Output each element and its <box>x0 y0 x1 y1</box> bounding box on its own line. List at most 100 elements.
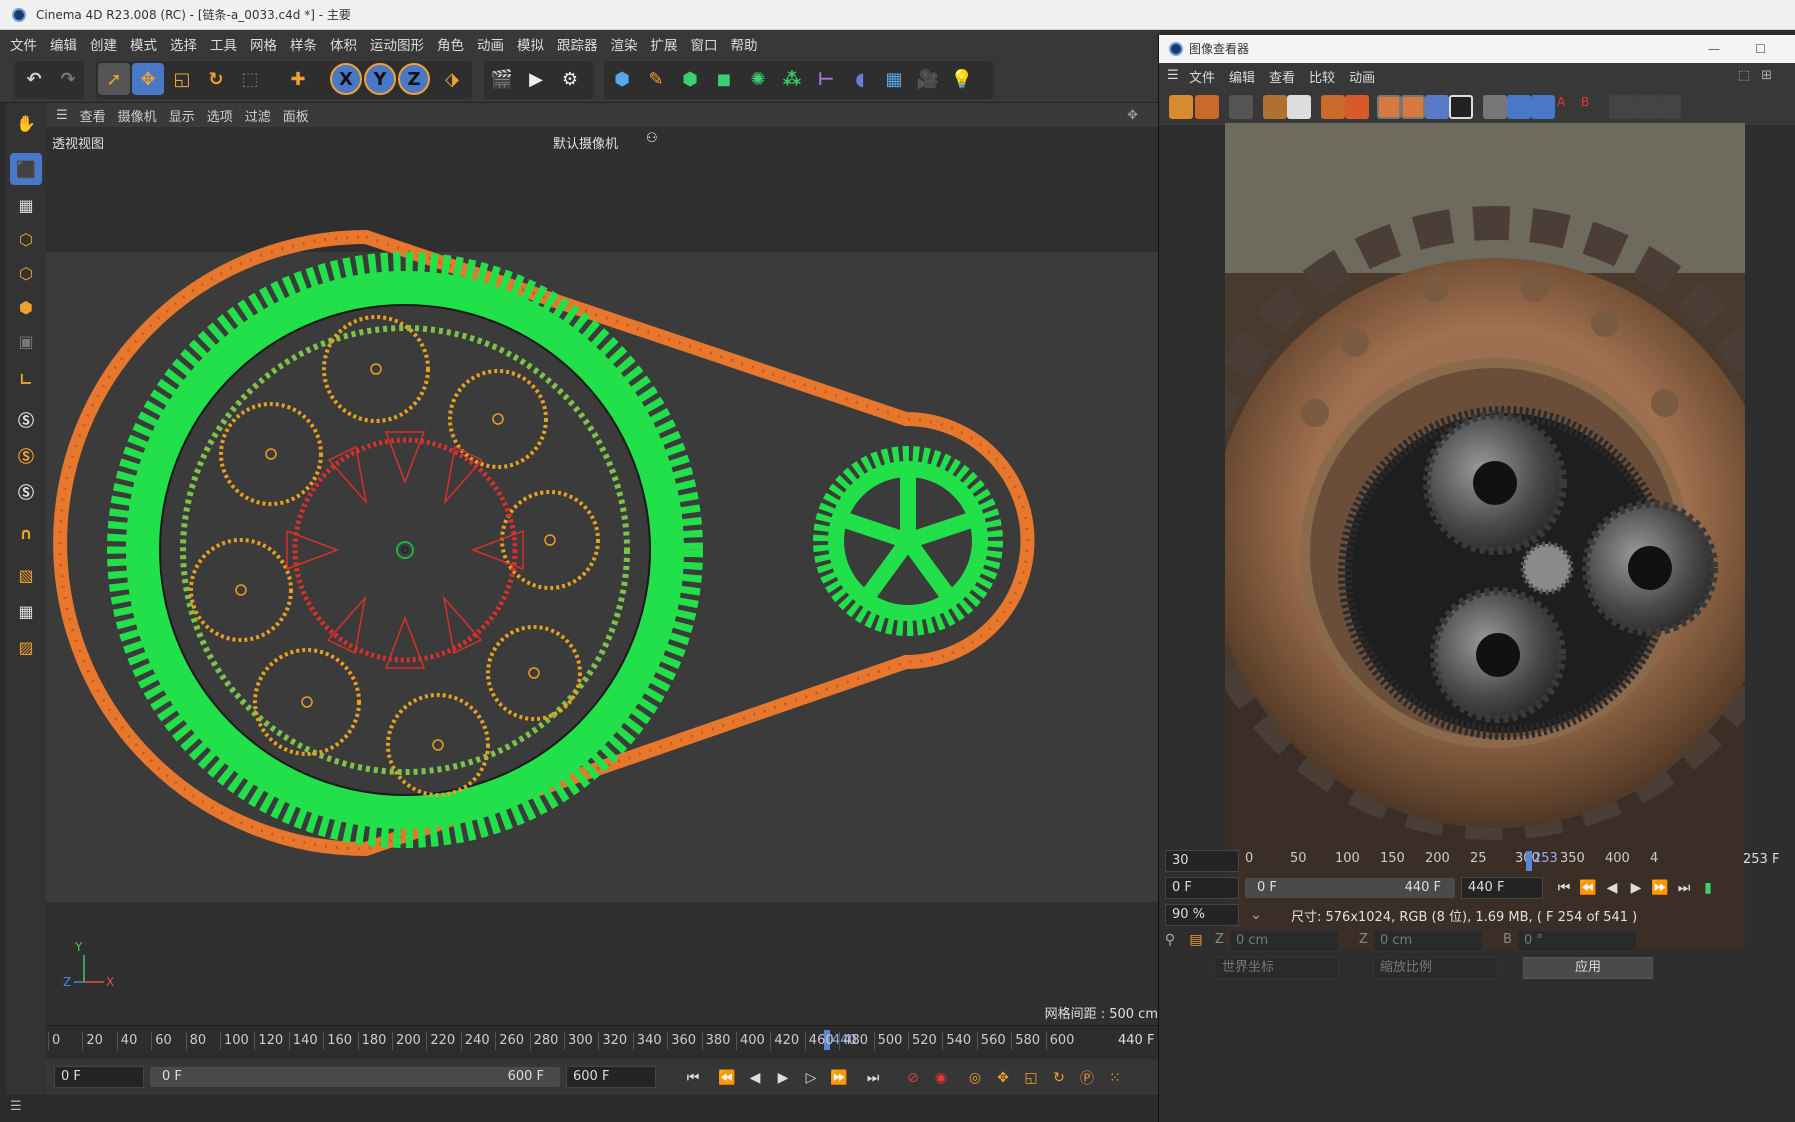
key-point-level-icon[interactable]: ⁙ <box>1104 1067 1126 1089</box>
ab-compare-a-icon[interactable] <box>1377 95 1401 119</box>
recent-tool-icon[interactable]: ⬚ <box>234 63 266 95</box>
start-frame-field[interactable]: 0 F <box>54 1066 144 1088</box>
perspective-viewport[interactable]: 透视视图 默认摄像机 ⚇ Y X Z 网格间距: 500 cm <box>46 127 1160 1025</box>
solo-icon[interactable]: Ⓢ <box>10 403 42 435</box>
next-key-icon[interactable]: ⏩ <box>828 1067 850 1089</box>
zoom-dropdown-icon[interactable]: ⌄ <box>1245 904 1267 926</box>
viewer-timeline-ruler[interactable]: 050100150200253003504004253 <box>1245 848 1665 872</box>
fit-to-window-icon[interactable] <box>1609 95 1633 119</box>
model-mode-icon[interactable]: ⬛ <box>10 153 42 185</box>
viewport-menu-panel[interactable]: 面板 <box>283 106 309 125</box>
viewer-go-to-start-icon[interactable]: ⏮ <box>1553 877 1575 899</box>
viewer-menu-edit[interactable]: 编辑 <box>1229 67 1255 86</box>
viewer-menu-file[interactable]: 文件 <box>1189 67 1215 86</box>
menu-mesh[interactable]: 网格 <box>250 34 277 54</box>
viewport-menu-view[interactable]: 查看 <box>80 106 106 125</box>
viewer-go-to-end-icon[interactable]: ⏭ <box>1673 877 1695 899</box>
extrude-icon[interactable]: ◼ <box>708 63 740 95</box>
zoom-field[interactable]: 90 % <box>1165 904 1239 926</box>
histogram-icon[interactable] <box>1633 95 1657 119</box>
menu-edit[interactable]: 编辑 <box>50 34 77 54</box>
coord-z2-field[interactable]: 0 cm <box>1373 930 1483 952</box>
menu-create[interactable]: 创建 <box>90 34 117 54</box>
select-pointer-icon[interactable]: ➚ <box>98 63 130 95</box>
filter-icon[interactable] <box>1657 95 1681 119</box>
planar-workplane-icon[interactable]: ▨ <box>10 631 42 663</box>
maximize-icon[interactable]: ☐ <box>1755 35 1766 63</box>
viewport-menu-filter[interactable]: 过滤 <box>245 106 271 125</box>
coordinate-system-icon[interactable]: ⬗ <box>436 63 468 95</box>
edge-mode-icon[interactable]: ⬡ <box>10 257 42 289</box>
move-icon[interactable]: ✥ <box>132 63 164 95</box>
menu-select[interactable]: 选择 <box>170 34 197 54</box>
scale-dropdown[interactable]: 缩放比例 <box>1373 957 1497 979</box>
axis-mode-icon[interactable]: ∟ <box>10 363 42 395</box>
render-to-picture-viewer-icon[interactable]: ▶ <box>520 63 552 95</box>
fps-field[interactable]: 30 <box>1165 850 1239 872</box>
open-image-icon[interactable] <box>1169 95 1193 119</box>
ab-vertical-icon[interactable] <box>1507 95 1531 119</box>
workplane-icon[interactable]: ▧ <box>10 559 42 591</box>
go-to-start-icon[interactable]: ⏮ <box>682 1067 704 1089</box>
menu-volume[interactable]: 体积 <box>330 34 357 54</box>
field-icon[interactable]: ◖ <box>844 63 876 95</box>
menu-mode[interactable]: 模式 <box>130 34 157 54</box>
paste-icon[interactable] <box>1345 95 1369 119</box>
uv-mode-icon[interactable]: ▣ <box>10 325 42 357</box>
menu-window[interactable]: 窗口 <box>691 34 718 54</box>
mograph-icon[interactable]: ⁂ <box>776 63 808 95</box>
viewer-tool-icon[interactable]: ⚲ <box>1159 929 1181 951</box>
timeline-ruler[interactable]: 440 440 F 0 20 40 60 80 100 120 140 160 180 200 220… <box>46 1025 1160 1059</box>
cube-icon[interactable]: ⬢ <box>606 63 638 95</box>
axis-x-button[interactable]: X <box>330 63 362 95</box>
coord-b-field[interactable]: 0 ° <box>1517 930 1637 952</box>
viewer-start-frame-field[interactable]: 0 F <box>1165 877 1239 899</box>
menu-tools[interactable]: 工具 <box>210 34 237 54</box>
snap-magnet-icon[interactable]: ∩ <box>10 517 42 549</box>
autokey-icon[interactable]: ◉ <box>930 1067 952 1089</box>
viewer-menu-view[interactable]: 查看 <box>1269 67 1295 86</box>
viewer-playhead-marker[interactable] <box>1526 851 1532 871</box>
render-view-icon[interactable]: 🎬 <box>486 63 518 95</box>
key-param-icon[interactable]: Ⓟ <box>1076 1067 1098 1089</box>
rotate-icon[interactable]: ↻ <box>200 63 232 95</box>
viewer-frame-range-slider[interactable]: 0 F 440 F <box>1245 878 1455 898</box>
previous-key-icon[interactable]: ⏪ <box>716 1067 738 1089</box>
menu-render[interactable]: 渲染 <box>611 34 638 54</box>
go-to-end-icon[interactable]: ⏭ <box>862 1067 884 1089</box>
viewport-menu-options[interactable]: 选项 <box>207 106 233 125</box>
axis-y-button[interactable]: Y <box>364 63 396 95</box>
viewer-film-icon[interactable]: ▤ <box>1185 929 1207 951</box>
key-selection-icon[interactable]: ◎ <box>964 1067 986 1089</box>
cloner-icon[interactable]: ✺ <box>742 63 774 95</box>
key-position-icon[interactable]: ✥ <box>992 1067 1014 1089</box>
set-a-icon[interactable]: A <box>1557 95 1581 119</box>
viewer-play-icon[interactable]: ▶ <box>1625 877 1647 899</box>
viewer-next-icon[interactable]: ⏩ <box>1649 877 1671 899</box>
end-frame-field[interactable]: 600 F <box>566 1066 656 1088</box>
menu-extensions[interactable]: 扩展 <box>651 34 678 54</box>
next-frame-icon[interactable]: ▷ <box>800 1067 822 1089</box>
record-keys-icon[interactable]: ⊘ <box>902 1067 924 1089</box>
render-settings-icon[interactable]: ⚙ <box>554 63 586 95</box>
menu-spline[interactable]: 样条 <box>290 34 317 54</box>
solo-hierarchy-icon[interactable]: Ⓢ <box>10 439 42 471</box>
add-null-icon[interactable]: ✚ <box>282 63 314 95</box>
ab-toggle-icon[interactable] <box>1483 95 1507 119</box>
subdivision-icon[interactable]: ⬢ <box>674 63 706 95</box>
menu-tracker[interactable]: 跟踪器 <box>557 34 598 54</box>
viewport-menu-display[interactable]: 显示 <box>169 106 195 125</box>
solo-off-icon[interactable]: Ⓢ <box>10 475 42 507</box>
axis-z-button[interactable]: Z <box>398 63 430 95</box>
menu-character[interactable]: 角色 <box>437 34 464 54</box>
texture-mode-icon[interactable]: ▦ <box>10 189 42 221</box>
menu-mograph[interactable]: 运动图形 <box>370 34 424 54</box>
minimize-icon[interactable]: — <box>1708 35 1720 63</box>
viewport-menu-camera[interactable]: 摄像机 <box>118 106 157 125</box>
stop-render-icon[interactable] <box>1229 95 1253 119</box>
viewer-menu-compare[interactable]: 比较 <box>1309 67 1335 86</box>
menu-animate[interactable]: 动画 <box>477 34 504 54</box>
world-coord-dropdown[interactable]: 世界坐标 <box>1215 957 1339 979</box>
scale-icon[interactable]: ◱ <box>166 63 198 95</box>
key-rotation-icon[interactable]: ↻ <box>1048 1067 1070 1089</box>
